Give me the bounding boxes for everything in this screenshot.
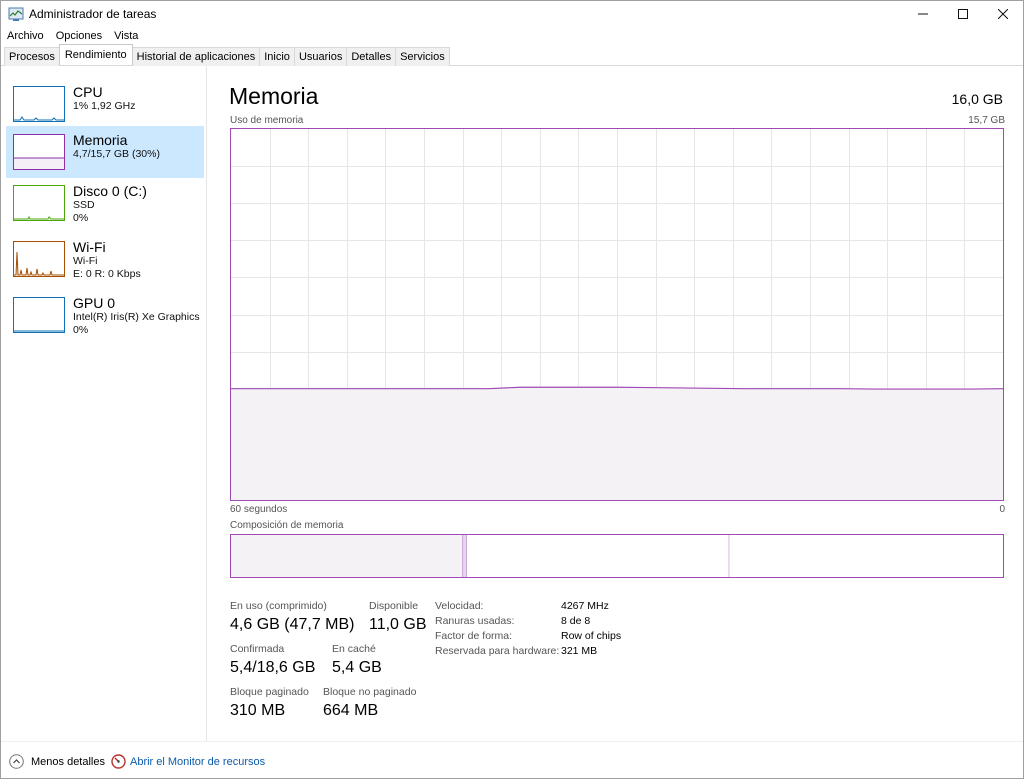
title-bar[interactable]: Administrador de tareas: [1, 1, 1023, 27]
in-use-value: 4,6 GB (47,7 MB): [230, 616, 355, 633]
paged-pool-value: 310 MB: [230, 702, 286, 719]
less-details-label: Menos detalles: [31, 755, 105, 768]
tab-bar: Procesos Rendimiento Historial de aplica…: [1, 44, 1023, 66]
sidebar-item-detail: Intel(R) Iris(R) Xe Graphics: [73, 311, 200, 323]
gpu-thumbnail-graph: [13, 297, 65, 333]
usage-graph-max: 15,7 GB: [968, 115, 1005, 126]
open-resource-monitor-link[interactable]: Abrir el Monitor de recursos: [111, 754, 265, 769]
slots-value: 8 de 8: [561, 615, 591, 627]
chevron-up-circle-icon: [9, 754, 24, 769]
resource-monitor-icon: [111, 754, 126, 769]
tab-usuarios[interactable]: Usuarios: [293, 47, 348, 66]
sidebar-item-wifi[interactable]: Wi-Fi Wi-Fi E: 0 R: 0 Kbps: [6, 233, 204, 285]
composition-canvas: [231, 535, 730, 577]
sidebar-item-detail: SSD: [73, 199, 95, 211]
menu-bar: Archivo Opciones Vista: [1, 27, 144, 45]
committed-value: 5,4/18,6 GB: [230, 659, 316, 676]
composition-in-use: [231, 535, 463, 577]
hardware-reserved-value: 321 MB: [561, 645, 598, 657]
sidebar-item-detail-2: E: 0 R: 0 Kbps: [73, 268, 141, 280]
slots-label: Ranuras usadas:: [435, 615, 515, 627]
task-manager-window: Administrador de tareas Archivo Opciones…: [0, 0, 1024, 779]
sidebar-item-detail: 1% 1,92 GHz: [73, 100, 136, 112]
sidebar-item-detail: Wi-Fi: [73, 255, 98, 267]
memory-composition-bar: [230, 534, 1004, 578]
window-title: Administrador de tareas: [29, 7, 157, 21]
memory-total: 16,0 GB: [951, 91, 1003, 107]
sidebar-item-detail-2: 0%: [73, 324, 89, 336]
sidebar-item-detail: 4,7/15,7 GB (30%): [73, 148, 160, 160]
tab-detalles[interactable]: Detalles: [346, 47, 397, 66]
sidebar-item-title: Wi-Fi: [73, 239, 106, 255]
nonpaged-pool-label: Bloque no paginado: [323, 686, 417, 698]
form-factor-value: Row of chips: [561, 630, 622, 642]
paged-pool-label: Bloque paginado: [230, 686, 309, 698]
sidebar-item-title: Memoria: [73, 132, 128, 148]
cached-value: 5,4 GB: [332, 659, 382, 676]
speed-label: Velocidad:: [435, 600, 484, 612]
tab-procesos[interactable]: Procesos: [4, 47, 60, 66]
performance-sidebar: CPU 1% 1,92 GHz Memoria 4,7/15,7 GB (30%…: [1, 66, 207, 741]
disk-thumbnail-graph: [13, 185, 65, 221]
tab-rendimiento[interactable]: Rendimiento: [58, 44, 133, 65]
less-details-button[interactable]: Menos detalles: [9, 754, 105, 769]
memory-usage-graph: [230, 128, 1004, 501]
maximize-button[interactable]: [943, 1, 983, 27]
usage-area: [231, 387, 1003, 500]
usage-graph-label: Uso de memoria: [230, 115, 304, 126]
minimize-button[interactable]: [903, 1, 943, 27]
hardware-reserved-label: Reservada para hardware:: [435, 645, 560, 657]
tab-historial[interactable]: Historial de aplicaciones: [131, 47, 261, 66]
speed-value: 4267 MHz: [561, 600, 609, 612]
in-use-label: En uso (comprimido): [230, 600, 327, 612]
form-factor-label: Factor de forma:: [435, 630, 513, 642]
menu-opciones[interactable]: Opciones: [50, 27, 108, 45]
sidebar-item-gpu[interactable]: GPU 0 Intel(R) Iris(R) Xe Graphics 0%: [6, 289, 204, 341]
usage-graph-canvas: [231, 129, 1004, 500]
maximize-icon: [958, 9, 968, 19]
available-label: Disponible: [369, 600, 419, 612]
memory-thumbnail-graph: [13, 134, 65, 170]
sidebar-item-title: GPU 0: [73, 295, 116, 311]
open-resource-monitor-label: Abrir el Monitor de recursos: [130, 755, 266, 768]
task-manager-app-icon: [8, 6, 24, 22]
sidebar-item-memoria[interactable]: Memoria 4,7/15,7 GB (30%): [6, 126, 204, 178]
cpu-thumbnail-graph: [13, 86, 65, 122]
tab-inicio[interactable]: Inicio: [259, 47, 295, 66]
tab-servicios[interactable]: Servicios: [395, 47, 450, 66]
composition-label: Composición de memoria: [230, 520, 344, 531]
nonpaged-pool-value: 664 MB: [323, 702, 379, 719]
sidebar-item-detail-2: 0%: [73, 212, 89, 224]
page-title: Memoria: [229, 83, 319, 109]
menu-archivo[interactable]: Archivo: [1, 27, 50, 45]
menu-vista[interactable]: Vista: [108, 27, 144, 45]
sidebar-item-cpu[interactable]: CPU 1% 1,92 GHz: [6, 78, 204, 130]
close-button[interactable]: [983, 1, 1023, 27]
minimize-icon: [918, 13, 928, 15]
time-axis-left: 60 segundos: [230, 504, 288, 515]
committed-label: Confirmada: [230, 643, 285, 655]
sidebar-item-title: CPU: [73, 84, 103, 100]
cached-label: En caché: [332, 643, 376, 655]
footer-bar: Menos detalles Abrir el Monitor de recur…: [1, 741, 1023, 778]
time-axis-right: 0: [999, 504, 1005, 515]
sidebar-item-title: Disco 0 (C:): [73, 183, 147, 199]
wifi-thumbnail-graph: [13, 241, 65, 277]
composition-modified: [462, 535, 467, 577]
sidebar-item-disco[interactable]: Disco 0 (C:) SSD 0%: [6, 177, 204, 229]
available-value: 11,0 GB: [369, 616, 427, 633]
close-icon: [998, 9, 1008, 19]
